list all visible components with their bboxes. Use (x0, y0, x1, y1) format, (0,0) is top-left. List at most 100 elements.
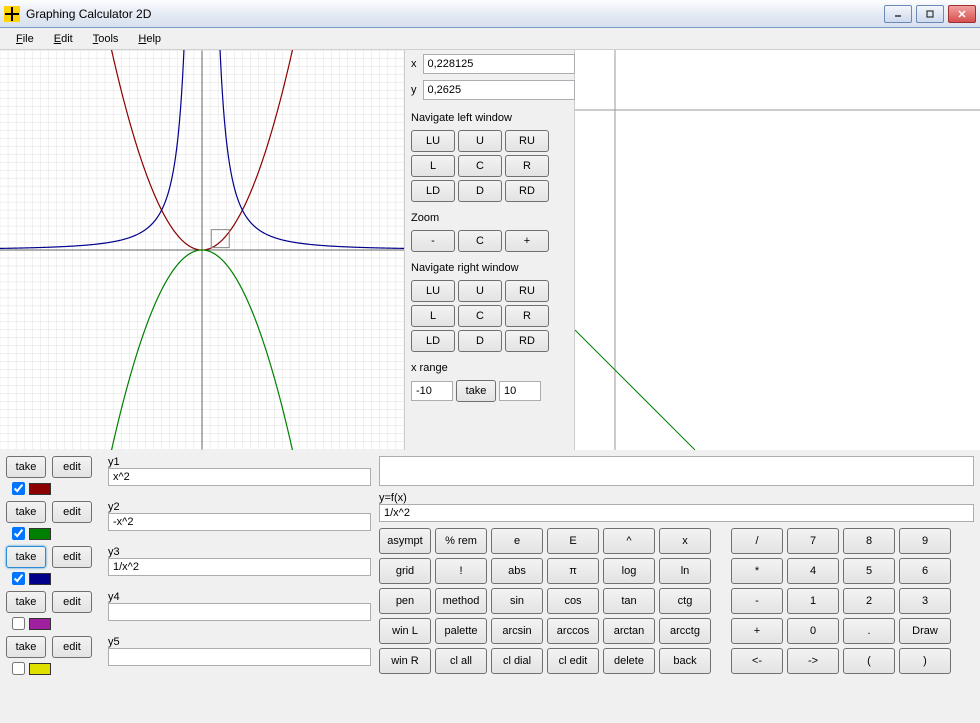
nav-right-c[interactable]: C (458, 305, 502, 327)
take-button-y5[interactable]: take (6, 636, 46, 658)
key-7[interactable]: 7 (787, 528, 839, 554)
color-swatch-y2[interactable] (29, 528, 51, 540)
color-swatch-y3[interactable] (29, 573, 51, 585)
nav-left-l[interactable]: L (411, 155, 455, 177)
graph-left-window[interactable] (0, 50, 405, 450)
take-button-y4[interactable]: take (6, 591, 46, 613)
nav-left-rd[interactable]: RD (505, 180, 549, 202)
nav-right-lu[interactable]: LU (411, 280, 455, 302)
key-clall[interactable]: cl all (435, 648, 487, 674)
edit-button-y5[interactable]: edit (52, 636, 92, 658)
nav-left-ru[interactable]: RU (505, 130, 549, 152)
key-2[interactable]: 2 (843, 588, 895, 614)
equation-input-y2[interactable] (108, 513, 371, 531)
key-winl[interactable]: win L (379, 618, 431, 644)
key-cos[interactable]: cos (547, 588, 599, 614)
nav-left-ld[interactable]: LD (411, 180, 455, 202)
key-1[interactable]: 1 (787, 588, 839, 614)
edit-button-y2[interactable]: edit (52, 501, 92, 523)
key-e[interactable]: E (547, 528, 599, 554)
zoom-out-button[interactable]: - (411, 230, 455, 252)
key-5[interactable]: 5 (843, 558, 895, 584)
nav-right-ru[interactable]: RU (505, 280, 549, 302)
key-[interactable]: * (731, 558, 783, 584)
key-arcsin[interactable]: arcsin (491, 618, 543, 644)
nav-right-u[interactable]: U (458, 280, 502, 302)
y-coord-input[interactable] (423, 80, 575, 100)
menu-help[interactable]: Help (130, 31, 169, 47)
key-[interactable]: ^ (603, 528, 655, 554)
enable-checkbox-y4[interactable] (12, 617, 25, 630)
x-coord-input[interactable] (423, 54, 575, 74)
key-[interactable]: <- (731, 648, 783, 674)
key-[interactable]: . (843, 618, 895, 644)
key-[interactable]: + (731, 618, 783, 644)
nav-left-u[interactable]: U (458, 130, 502, 152)
menu-file[interactable]: File (8, 31, 42, 47)
close-button[interactable] (948, 5, 976, 23)
main-expression-input[interactable] (379, 456, 974, 486)
key-method[interactable]: method (435, 588, 487, 614)
key-winr[interactable]: win R (379, 648, 431, 674)
equation-input-y3[interactable] (108, 558, 371, 576)
key-x[interactable]: x (659, 528, 711, 554)
key-abs[interactable]: abs (491, 558, 543, 584)
key-8[interactable]: 8 (843, 528, 895, 554)
key-palette[interactable]: palette (435, 618, 487, 644)
key-[interactable]: / (731, 528, 783, 554)
key-tan[interactable]: tan (603, 588, 655, 614)
nav-left-d[interactable]: D (458, 180, 502, 202)
key-[interactable]: ! (435, 558, 487, 584)
key-grid[interactable]: grid (379, 558, 431, 584)
nav-right-rd[interactable]: RD (505, 330, 549, 352)
key-[interactable]: ( (843, 648, 895, 674)
take-button-y1[interactable]: take (6, 456, 46, 478)
edit-button-y3[interactable]: edit (52, 546, 92, 568)
key-e[interactable]: e (491, 528, 543, 554)
key-9[interactable]: 9 (899, 528, 951, 554)
key-0[interactable]: 0 (787, 618, 839, 644)
key-arccos[interactable]: arccos (547, 618, 599, 644)
nav-left-c[interactable]: C (458, 155, 502, 177)
nav-right-l[interactable]: L (411, 305, 455, 327)
key-[interactable]: -> (787, 648, 839, 674)
key-ln[interactable]: ln (659, 558, 711, 584)
equation-input-y5[interactable] (108, 648, 371, 666)
menu-tools[interactable]: Tools (85, 31, 127, 47)
key-[interactable]: π (547, 558, 599, 584)
menu-edit[interactable]: Edit (46, 31, 81, 47)
graph-right-window[interactable] (575, 50, 980, 450)
color-swatch-y5[interactable] (29, 663, 51, 675)
key-arcctg[interactable]: arcctg (659, 618, 711, 644)
key-[interactable]: ) (899, 648, 951, 674)
key-3[interactable]: 3 (899, 588, 951, 614)
edit-button-y4[interactable]: edit (52, 591, 92, 613)
xrange-max-input[interactable] (499, 381, 541, 401)
edit-button-y1[interactable]: edit (52, 456, 92, 478)
nav-left-lu[interactable]: LU (411, 130, 455, 152)
key-4[interactable]: 4 (787, 558, 839, 584)
zoom-center-button[interactable]: C (458, 230, 502, 252)
key-asympt[interactable]: asympt (379, 528, 431, 554)
equation-input-y1[interactable] (108, 468, 371, 486)
maximize-button[interactable] (916, 5, 944, 23)
equation-input-y4[interactable] (108, 603, 371, 621)
key-back[interactable]: back (659, 648, 711, 674)
key-delete[interactable]: delete (603, 648, 655, 674)
key-cledit[interactable]: cl edit (547, 648, 599, 674)
minimize-button[interactable] (884, 5, 912, 23)
color-swatch-y1[interactable] (29, 483, 51, 495)
nav-right-ld[interactable]: LD (411, 330, 455, 352)
key-arctan[interactable]: arctan (603, 618, 655, 644)
key-cldial[interactable]: cl dial (491, 648, 543, 674)
enable-checkbox-y3[interactable] (12, 572, 25, 585)
take-button-y2[interactable]: take (6, 501, 46, 523)
zoom-in-button[interactable]: + (505, 230, 549, 252)
key-6[interactable]: 6 (899, 558, 951, 584)
nav-right-d[interactable]: D (458, 330, 502, 352)
nav-left-r[interactable]: R (505, 155, 549, 177)
xrange-min-input[interactable] (411, 381, 453, 401)
key-[interactable]: - (731, 588, 783, 614)
key-sin[interactable]: sin (491, 588, 543, 614)
enable-checkbox-y1[interactable] (12, 482, 25, 495)
